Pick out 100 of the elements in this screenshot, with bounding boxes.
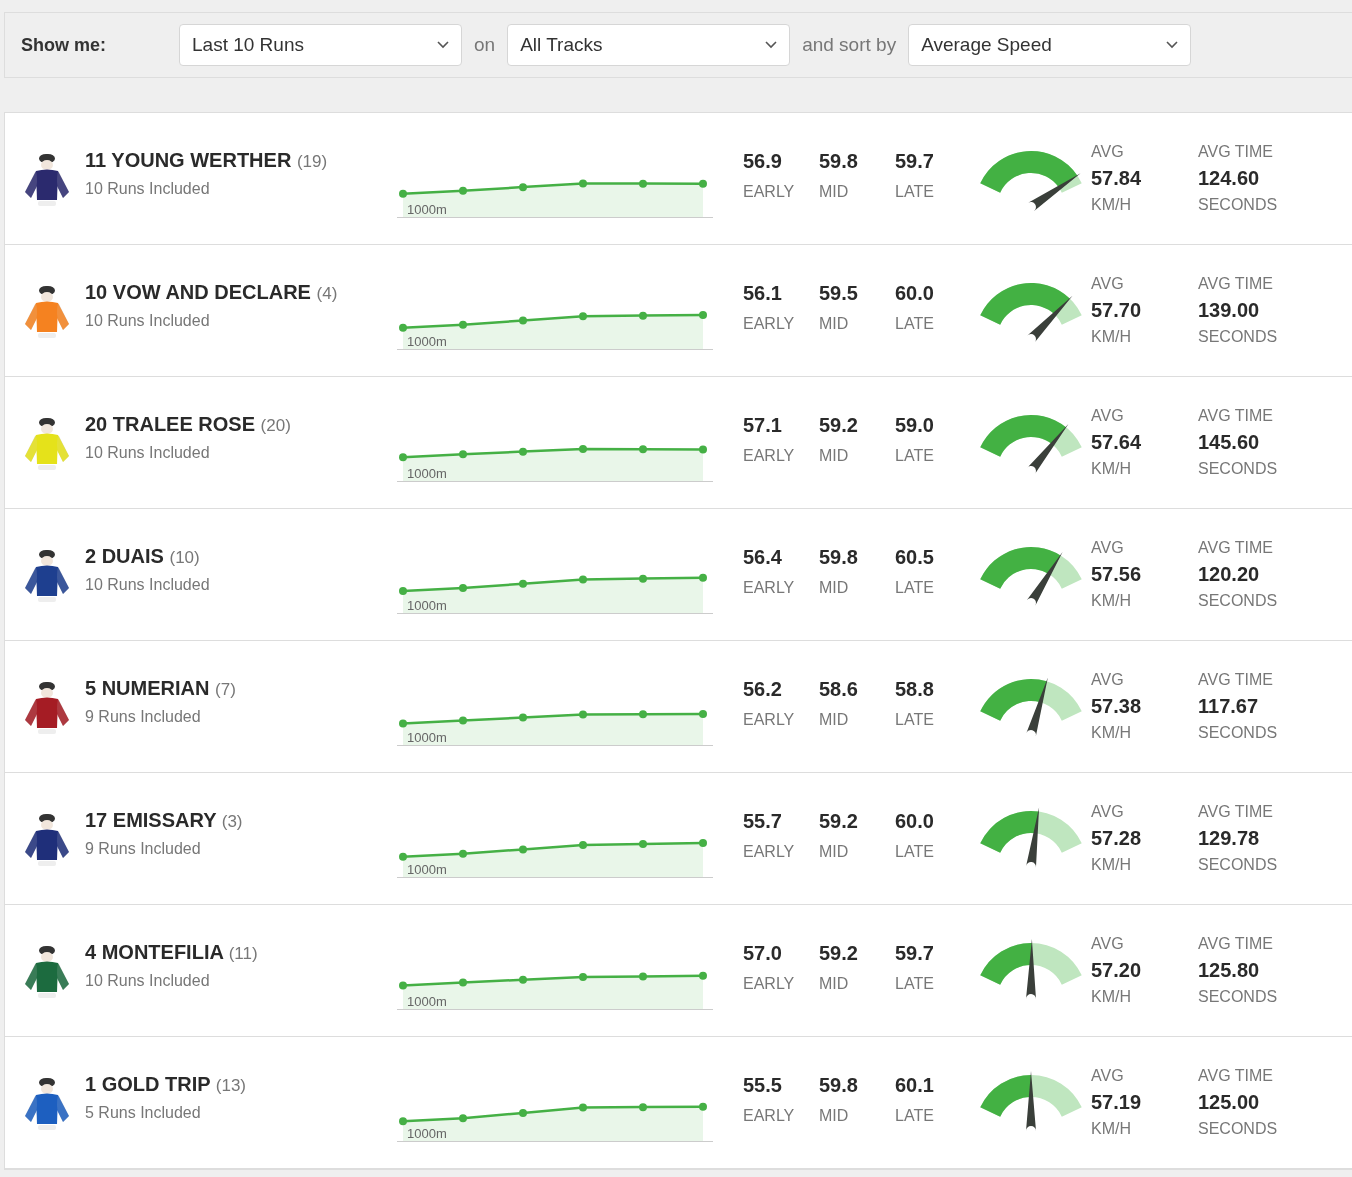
avg-time-label: AVG TIME	[1198, 671, 1274, 689]
runs-included: 10 Runs Included	[85, 972, 211, 990]
avg-label: AVG	[1091, 803, 1125, 821]
mid-speed: 59.2	[819, 810, 859, 833]
data-point	[519, 447, 527, 456]
track-dropdown[interactable]: All Tracks	[507, 24, 791, 66]
time-unit: SECONDS	[1198, 196, 1279, 214]
mid-speed: 59.2	[819, 942, 859, 965]
distance-label: 1000m	[407, 201, 447, 217]
data-point	[459, 186, 467, 195]
runs-included: 5 Runs Included	[85, 1104, 202, 1122]
early-speed: 56.9	[743, 150, 783, 173]
data-point	[399, 981, 407, 989]
speed-unit: KM/H	[1091, 328, 1132, 346]
late-label: LATE	[895, 447, 935, 465]
avg-time: 145.60	[1198, 431, 1261, 454]
barrier-number: (19)	[296, 152, 328, 171]
mid-speed: 58.6	[819, 678, 859, 701]
mid-speed: 59.5	[819, 282, 859, 305]
sort-dropdown[interactable]: Average Speed	[908, 24, 1192, 66]
horse-name: 5 NUMERIAN (7)	[85, 677, 237, 700]
horse-name: 10 VOW AND DECLARE (4)	[85, 281, 339, 304]
late-speed: 59.7	[895, 150, 935, 173]
early-label: EARLY	[743, 315, 796, 333]
avg-time-label: AVG TIME	[1198, 1067, 1274, 1085]
data-point	[699, 971, 707, 980]
runs-included: 9 Runs Included	[85, 708, 202, 726]
mid-label: MID	[819, 843, 850, 861]
data-point	[399, 323, 407, 332]
data-point	[399, 452, 407, 461]
data-point	[579, 179, 587, 187]
avg-speed: 57.19	[1091, 1091, 1143, 1114]
distance-label: 1000m	[407, 729, 447, 745]
early-speed: 56.2	[743, 678, 783, 701]
distance-label: 1000m	[407, 861, 447, 877]
filter-label: Show me:	[20, 34, 107, 56]
avg-time-label: AVG TIME	[1198, 275, 1274, 293]
data-point	[399, 1116, 407, 1125]
avg-time-label: AVG TIME	[1198, 407, 1274, 425]
late-label: LATE	[895, 1107, 935, 1125]
avg-time: 124.60	[1198, 167, 1261, 190]
avg-label: AVG	[1091, 539, 1125, 557]
data-point	[639, 1102, 647, 1111]
late-speed: 60.0	[895, 810, 935, 833]
avg-speed: 57.28	[1091, 827, 1143, 850]
late-speed: 60.1	[895, 1074, 935, 1097]
data-point	[639, 444, 647, 453]
late-label: LATE	[895, 975, 935, 993]
early-speed: 57.1	[743, 414, 783, 437]
chevron-down-icon	[437, 41, 449, 49]
data-point	[459, 449, 467, 458]
late-label: LATE	[895, 315, 935, 333]
barrier-number: (10)	[169, 548, 200, 567]
data-point	[519, 316, 527, 324]
period-dropdown[interactable]: Last 10 Runs	[179, 24, 462, 66]
early-label: EARLY	[743, 1107, 796, 1125]
time-unit: SECONDS	[1198, 328, 1279, 346]
time-unit: SECONDS	[1198, 988, 1279, 1006]
avg-speed: 57.56	[1091, 563, 1143, 586]
filter-joiner: on	[473, 34, 497, 56]
speed-unit: KM/H	[1091, 1120, 1132, 1138]
avg-speed: 57.84	[1091, 167, 1143, 190]
data-point	[579, 1103, 587, 1111]
mid-speed: 59.8	[819, 1074, 859, 1097]
late-speed: 59.0	[895, 414, 935, 437]
horse-name: 20 TRALEE ROSE (20)	[85, 413, 292, 436]
early-speed: 55.5	[743, 1074, 783, 1097]
data-point	[699, 838, 707, 847]
speed-unit: KM/H	[1091, 856, 1132, 874]
data-point	[519, 975, 527, 984]
data-point	[699, 179, 707, 188]
barrier-number: (11)	[228, 944, 258, 963]
data-point	[459, 583, 467, 592]
avg-time-label: AVG TIME	[1198, 935, 1274, 953]
late-speed: 60.0	[895, 282, 935, 305]
runs-included: 10 Runs Included	[85, 444, 211, 462]
time-unit: SECONDS	[1198, 1120, 1279, 1138]
speed-unit: KM/H	[1091, 724, 1132, 742]
distance-label: 1000m	[407, 993, 447, 1009]
data-point	[519, 844, 527, 853]
mid-speed: 59.8	[819, 546, 859, 569]
horse-name: 11 YOUNG WERTHER (19)	[85, 149, 329, 172]
data-point	[399, 852, 407, 861]
runs-included: 9 Runs Included	[85, 840, 202, 858]
barrier-number: (7)	[215, 680, 236, 699]
runs-included: 10 Runs Included	[85, 180, 211, 198]
data-point	[459, 716, 467, 724]
late-speed: 58.8	[895, 678, 935, 701]
barrier-number: (3)	[221, 812, 243, 831]
avg-time-label: AVG TIME	[1198, 803, 1274, 821]
early-label: EARLY	[743, 843, 796, 861]
data-point	[399, 719, 407, 727]
data-point	[579, 575, 587, 583]
data-point	[579, 840, 587, 849]
data-point	[579, 972, 587, 981]
horse-name: 4 MONTEFILIA (11)	[85, 941, 259, 964]
early-speed: 55.7	[743, 810, 783, 833]
avg-label: AVG	[1091, 275, 1125, 293]
data-point	[639, 179, 647, 188]
early-speed: 57.0	[743, 942, 783, 965]
